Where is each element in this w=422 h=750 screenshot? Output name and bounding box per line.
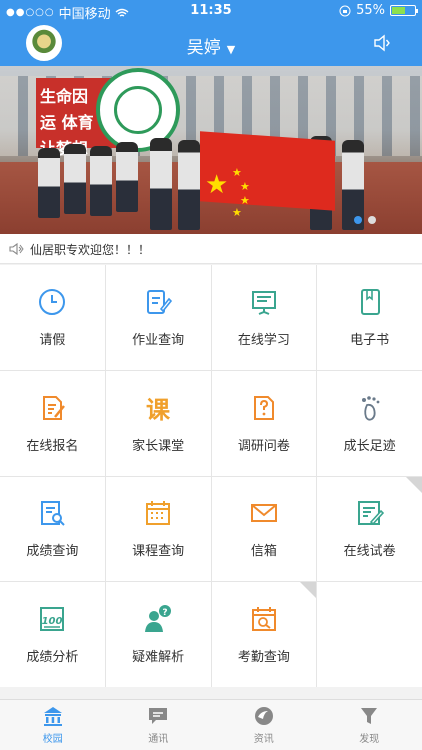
grid-item-qa-analysis[interactable]: ? 疑难解析 xyxy=(105,582,211,687)
carousel-indicator[interactable] xyxy=(354,216,376,224)
ebook-icon xyxy=(360,288,380,315)
grid-item-homework[interactable]: 作业查询 xyxy=(105,265,211,370)
news-icon xyxy=(254,707,273,725)
grid-item-label: 请假 xyxy=(39,332,66,348)
attendance-calendar-icon xyxy=(251,607,276,632)
question-doc-icon xyxy=(253,395,274,420)
banner-carousel[interactable]: 生命因运 体育让梦想 ★ ★ ★ ★ ★ xyxy=(0,66,422,234)
grid-item-label: 课程查询 xyxy=(132,544,185,560)
homework-edit-icon xyxy=(147,289,173,314)
speaker-icon[interactable] xyxy=(372,33,392,53)
tab-label: 发现 xyxy=(359,734,380,745)
campus-icon xyxy=(43,707,62,726)
grid-item-ebook[interactable]: 电子书 xyxy=(317,265,422,370)
grid-item-label: 在线试卷 xyxy=(343,544,396,560)
tab-news[interactable]: 资讯 xyxy=(211,700,317,750)
svg-text:课: 课 xyxy=(146,396,171,423)
grid-item-label: 考勤查询 xyxy=(237,650,290,666)
grid-item-label: 成绩分析 xyxy=(26,650,79,666)
user-switcher[interactable]: 吴婷 ▼ xyxy=(0,33,422,58)
user-name: 吴婷 xyxy=(186,38,221,58)
corner-marker xyxy=(406,476,422,493)
rotation-lock-icon xyxy=(339,5,351,16)
notice-text: 仙居职专欢迎您！！！ xyxy=(30,243,151,257)
battery-icon xyxy=(390,5,418,16)
tab-campus[interactable]: 校园 xyxy=(0,700,106,750)
grid-item-label: 电子书 xyxy=(350,332,390,348)
grid-item-score-analysis[interactable]: 100 成绩分析 xyxy=(0,582,105,687)
grid-item-label: 调研问卷 xyxy=(237,438,290,454)
discover-icon xyxy=(361,708,378,724)
grid-item-label: 信箱 xyxy=(250,544,277,560)
grid-item-label: 成长足迹 xyxy=(343,438,396,454)
presentation-board-icon xyxy=(251,290,276,315)
feature-grid: 请假 作业查询 在线学习 电子书 在线报名 课 家长课堂 调研问卷 成长足迹 成… xyxy=(0,265,422,687)
grid-item-label: 成绩查询 xyxy=(26,544,79,560)
calendar-icon xyxy=(146,501,171,526)
battery-percent: 55% xyxy=(356,3,385,18)
grid-item-label: 作业查询 xyxy=(132,332,185,348)
grid-item-mailbox[interactable]: 信箱 xyxy=(211,476,317,582)
svg-text:?: ? xyxy=(163,608,168,618)
tab-label: 通讯 xyxy=(148,734,169,745)
grid-item-parent-class[interactable]: 课 家长课堂 xyxy=(105,370,211,476)
score-search-icon xyxy=(41,501,66,527)
svg-text:100: 100 xyxy=(42,616,63,627)
clock-icon xyxy=(39,288,66,315)
tab-discover[interactable]: 发现 xyxy=(317,700,422,750)
notice-bar[interactable]: 仙居职专欢迎您！！！ xyxy=(0,234,422,264)
grid-item-score-query[interactable]: 成绩查询 xyxy=(0,476,105,582)
corner-marker xyxy=(300,582,317,599)
footprint-icon xyxy=(361,395,380,421)
announcement-speaker-icon xyxy=(9,242,24,256)
ke-character-icon: 课 xyxy=(146,396,171,423)
carousel-dot[interactable] xyxy=(354,216,362,224)
tab-label: 校园 xyxy=(42,734,63,745)
grid-item-attendance-query[interactable]: 考勤查询 xyxy=(211,582,317,687)
carousel-dot[interactable] xyxy=(368,216,376,224)
grid-item-empty xyxy=(317,582,422,687)
grid-item-course-query[interactable]: 课程查询 xyxy=(105,476,211,582)
tab-messages[interactable]: 通讯 xyxy=(106,700,212,750)
status-bar: ●●○○○ 中国移动 11:35 55% xyxy=(0,0,422,22)
grid-item-survey[interactable]: 调研问卷 xyxy=(211,370,317,476)
grid-item-online-exam[interactable]: 在线试卷 xyxy=(317,476,422,582)
tab-label: 资讯 xyxy=(253,734,274,745)
chat-icon xyxy=(149,708,168,724)
grid-item-label: 家长课堂 xyxy=(132,438,185,454)
qa-person-icon: ? xyxy=(145,605,172,633)
grid-item-online-learning[interactable]: 在线学习 xyxy=(211,265,317,370)
grid-item-leave[interactable]: 请假 xyxy=(0,265,105,370)
grid-item-label: 在线学习 xyxy=(237,332,290,348)
tab-bar: 校园 通讯 资讯 发现 xyxy=(0,699,422,750)
grid-item-growth-footprint[interactable]: 成长足迹 xyxy=(317,370,422,476)
signup-form-icon xyxy=(43,395,66,420)
exam-paper-icon xyxy=(357,501,384,526)
score-100-icon: 100 xyxy=(40,607,65,632)
mail-icon xyxy=(250,504,277,523)
grid-item-label: 在线报名 xyxy=(26,438,79,454)
nav-bar: 吴婷 ▼ xyxy=(0,22,422,66)
caret-down-icon: ▼ xyxy=(226,43,236,56)
grid-item-label: 疑难解析 xyxy=(132,650,185,666)
grid-item-online-signup[interactable]: 在线报名 xyxy=(0,370,105,476)
